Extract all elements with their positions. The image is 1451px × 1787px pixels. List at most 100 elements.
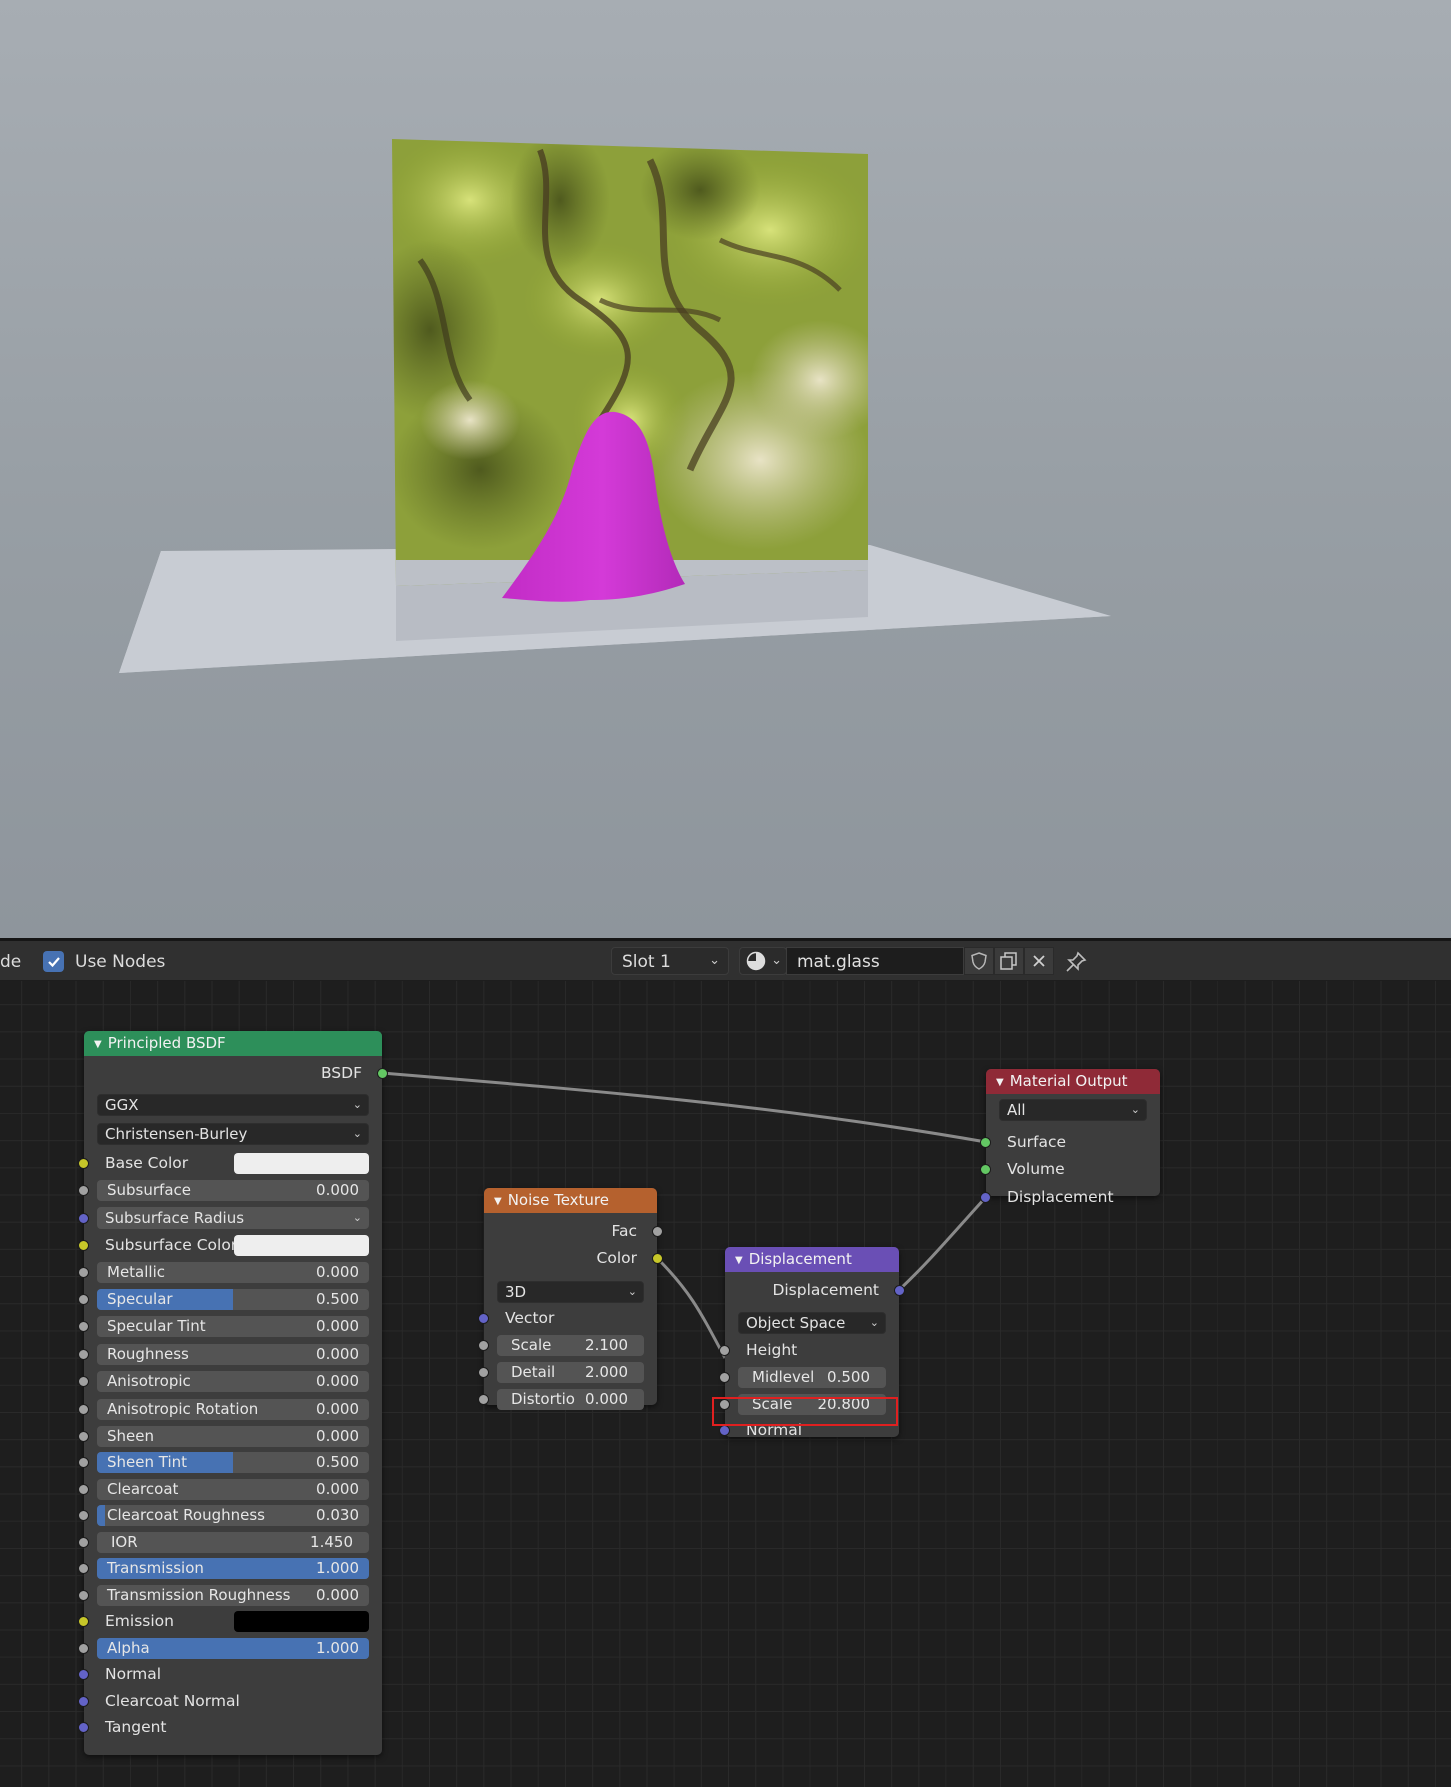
roughness-row: Roughness 0.000 <box>78 1342 382 1366</box>
displacement-normal-socket[interactable] <box>719 1425 730 1436</box>
principled-bsdf-node[interactable]: ▼ Principled BSDF BSDF GGX ⌄ Christensen-B… <box>78 1031 388 1755</box>
clearcoat-roughness-field[interactable]: Clearcoat Roughness 0.030 <box>97 1505 369 1526</box>
specular-tint-socket[interactable] <box>78 1321 89 1332</box>
subsurface-field[interactable]: Subsurface 0.000 <box>97 1180 369 1201</box>
noise-scale-field[interactable]: Scale 2.100 <box>497 1335 644 1356</box>
fake-user-shield-icon[interactable] <box>964 947 994 975</box>
3d-viewport[interactable] <box>0 0 1451 938</box>
displacement-header[interactable]: ▼ Displacement <box>725 1247 899 1272</box>
noise-scale-socket[interactable] <box>478 1340 489 1351</box>
specular-socket[interactable] <box>78 1294 89 1305</box>
noise-texture-node[interactable]: ▼ Noise Texture Fac Color 3D ⌄ Vector Scal… <box>478 1188 663 1410</box>
midlevel-row: Midlevel 0.500 <box>719 1365 899 1389</box>
chevron-down-icon: ⌄ <box>869 1316 879 1329</box>
subsurface-radius-socket[interactable] <box>78 1213 89 1224</box>
transmission-roughness-row: Transmission Roughness 0.000 <box>78 1583 382 1607</box>
clearcoat-field[interactable]: Clearcoat 0.000 <box>97 1479 369 1500</box>
alpha-field[interactable]: Alpha 1.000 <box>97 1638 369 1659</box>
field-label: Sheen Tint <box>107 1453 188 1471</box>
metallic-field[interactable]: Metallic 0.000 <box>97 1262 369 1283</box>
roughness-socket[interactable] <box>78 1349 89 1360</box>
sheen-field[interactable]: Sheen 0.000 <box>97 1426 369 1447</box>
midlevel-field[interactable]: Midlevel 0.500 <box>738 1367 886 1388</box>
bsdf-output-socket[interactable] <box>377 1068 388 1079</box>
material-output-node[interactable]: ▼ Material Output All ⌄ Surface Volume Dis… <box>980 1069 1160 1206</box>
height-socket[interactable] <box>719 1345 730 1356</box>
collapse-triangle-icon[interactable]: ▼ <box>735 1255 743 1266</box>
subsurface-color-swatch[interactable] <box>234 1235 369 1256</box>
subsurface-color-socket[interactable] <box>78 1240 89 1251</box>
surface-socket[interactable] <box>980 1137 991 1148</box>
sheen-tint-socket[interactable] <box>78 1457 89 1468</box>
subsurface-method-dropdown[interactable]: Christensen-Burley ⌄ <box>97 1123 369 1145</box>
output-displacement-row: Displacement <box>980 1185 1160 1209</box>
unlink-material-icon[interactable] <box>1024 947 1054 975</box>
field-label: Clearcoat Roughness <box>107 1506 265 1524</box>
noise-distortion-socket[interactable] <box>478 1394 489 1405</box>
volume-socket[interactable] <box>980 1164 991 1175</box>
midlevel-socket[interactable] <box>719 1372 730 1383</box>
subsurface-socket[interactable] <box>78 1185 89 1196</box>
anisotropic-field[interactable]: Anisotropic 0.000 <box>97 1371 369 1392</box>
dropdown-value: Subsurface Radius <box>105 1209 245 1227</box>
transmission-roughness-field[interactable]: Transmission Roughness 0.000 <box>97 1585 369 1606</box>
noise-texture-header[interactable]: ▼ Noise Texture <box>484 1188 657 1213</box>
noise-detail-socket[interactable] <box>478 1367 489 1378</box>
displacement-output-socket[interactable] <box>894 1285 905 1296</box>
ior-field[interactable]: IOR 1.450 <box>97 1532 369 1553</box>
ior-row: IOR 1.450 <box>78 1530 382 1554</box>
use-nodes-checkbox[interactable] <box>43 951 64 972</box>
space-dropdown[interactable]: Object Space ⌄ <box>738 1312 886 1334</box>
roughness-field[interactable]: Roughness 0.000 <box>97 1344 369 1365</box>
normal-socket[interactable] <box>78 1669 89 1680</box>
vector-socket[interactable] <box>478 1313 489 1324</box>
clearcoat-roughness-socket[interactable] <box>78 1510 89 1521</box>
use-nodes-label[interactable]: Use Nodes <box>75 952 165 972</box>
noise-detail-field[interactable]: Detail 2.000 <box>497 1362 644 1383</box>
subsurface-radius-dropdown[interactable]: Subsurface Radius ⌄ <box>97 1207 369 1229</box>
transmission-field[interactable]: Transmission 1.000 <box>97 1558 369 1579</box>
duplicate-material-icon[interactable] <box>994 947 1024 975</box>
material-name-field[interactable]: mat.glass <box>786 947 964 975</box>
chevron-down-icon: ⌄ <box>1130 1103 1140 1116</box>
emission-socket[interactable] <box>78 1616 89 1627</box>
noise-distortion-field[interactable]: Distortio 0.000 <box>497 1389 644 1410</box>
alpha-socket[interactable] <box>78 1643 89 1654</box>
anisotropic-rotation-socket[interactable] <box>78 1404 89 1415</box>
fac-output-socket[interactable] <box>652 1226 663 1237</box>
clearcoat-normal-socket[interactable] <box>78 1696 89 1707</box>
sheen-socket[interactable] <box>78 1431 89 1442</box>
collapse-triangle-icon[interactable]: ▼ <box>996 1077 1004 1088</box>
dimensions-dropdown[interactable]: 3D ⌄ <box>497 1281 644 1303</box>
material-browse-dropdown[interactable]: ⌄ <box>739 947 787 975</box>
tangent-socket[interactable] <box>78 1722 89 1733</box>
material-output-header[interactable]: ▼ Material Output <box>986 1069 1160 1094</box>
collapse-triangle-icon[interactable]: ▼ <box>94 1039 102 1050</box>
chevron-down-icon: ⌄ <box>627 1285 637 1298</box>
clearcoat-socket[interactable] <box>78 1484 89 1495</box>
ior-socket[interactable] <box>78 1537 89 1548</box>
output-displacement-socket[interactable] <box>980 1192 991 1203</box>
editor-mode-label[interactable]: de <box>0 952 21 972</box>
pin-icon[interactable] <box>1063 949 1089 975</box>
specular-field[interactable]: Specular 0.500 <box>97 1289 369 1310</box>
anisotropic-socket[interactable] <box>78 1376 89 1387</box>
metallic-socket[interactable] <box>78 1267 89 1278</box>
emission-swatch[interactable] <box>234 1611 369 1632</box>
specular-tint-field[interactable]: Specular Tint 0.000 <box>97 1316 369 1337</box>
sheen-tint-field[interactable]: Sheen Tint 0.500 <box>97 1452 369 1473</box>
principled-bsdf-header[interactable]: ▼ Principled BSDF <box>84 1031 382 1056</box>
target-dropdown[interactable]: All ⌄ <box>999 1099 1147 1121</box>
slot-dropdown[interactable]: Slot 1 ⌄ <box>611 947 729 975</box>
base-color-socket[interactable] <box>78 1158 89 1169</box>
distribution-dropdown[interactable]: GGX ⌄ <box>97 1094 369 1116</box>
collapse-triangle-icon[interactable]: ▼ <box>494 1196 502 1207</box>
transmission-roughness-socket[interactable] <box>78 1590 89 1601</box>
link-bsdf-to-surface <box>381 1071 987 1144</box>
transmission-socket[interactable] <box>78 1563 89 1574</box>
node-editor-canvas[interactable]: ▼ Principled BSDF BSDF GGX ⌄ Christensen-B… <box>0 981 1451 1787</box>
field-label: Metallic <box>107 1263 165 1281</box>
anisotropic-rotation-field[interactable]: Anisotropic Rotation 0.000 <box>97 1399 369 1420</box>
color-output-socket[interactable] <box>652 1253 663 1264</box>
base-color-swatch[interactable] <box>234 1153 369 1174</box>
